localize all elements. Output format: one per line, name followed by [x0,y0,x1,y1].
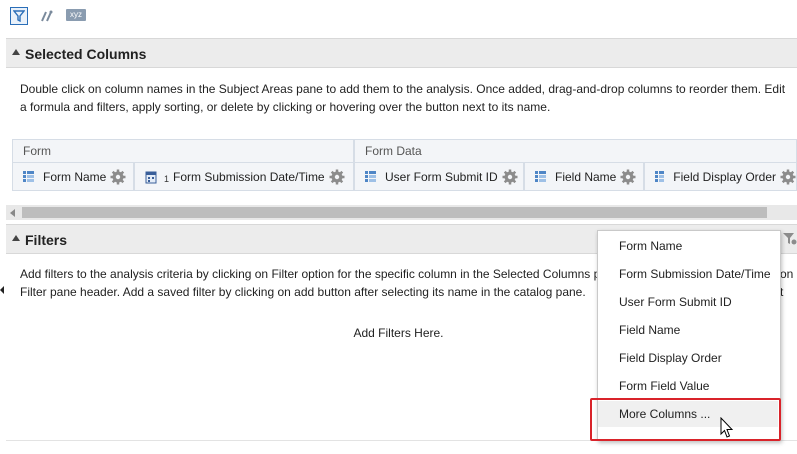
gear-icon[interactable] [329,169,345,185]
menu-item-field-name[interactable]: Field Name [598,316,780,344]
gear-icon[interactable] [620,169,636,185]
filter-icon[interactable] [10,7,28,25]
menu-item-user-form-submit-id[interactable]: User Form Submit ID [598,288,780,316]
selected-columns-description: Double click on column names in the Subj… [20,82,786,114]
column-field-name[interactable]: Field Name [524,162,644,191]
column-icon [535,171,546,182]
group-header-form: Form [12,139,354,163]
column-icon [365,171,376,182]
selected-columns-title: Selected Columns [25,46,147,62]
column-label: User Form Submit ID [385,169,498,184]
menu-item-form-field-value[interactable]: Form Field Value [598,372,780,400]
selected-columns-header[interactable]: Selected Columns [6,38,797,68]
filters-title: Filters [25,232,68,248]
date-column-icon [145,170,158,184]
sort-order-number: 1 [164,174,170,184]
xyz-button[interactable]: xyz [66,9,86,21]
column-field-display-order[interactable]: Field Display Order [644,162,797,191]
sort-icon[interactable] [38,7,56,25]
group-header-form-data: Form Data [354,139,797,163]
selected-columns-grid: Form Form Data Form Name 1 Form Submissi… [12,139,797,192]
column-form-name[interactable]: Form Name [12,162,134,191]
gear-icon[interactable] [110,169,126,185]
column-user-form-submit-id[interactable]: User Form Submit ID [354,162,524,191]
column-label: Field Name [555,169,617,184]
toolbar: xyz [0,0,797,32]
scrollbar-thumb[interactable] [22,207,767,218]
menu-item-form-name[interactable]: Form Name [598,232,780,260]
filters-description-line1: Add filters to the analysis criteria by … [20,267,601,281]
mouse-pointer-icon [720,416,734,439]
column-label: Form Name [43,169,107,184]
filter-options-icon[interactable] [782,231,797,246]
menu-item-field-display-order[interactable]: Field Display Order [598,344,780,372]
column-icon [23,171,34,182]
column-form-submission-date-time[interactable]: 1 Form Submission Date/Time [134,162,354,191]
horizontal-scrollbar[interactable] [6,205,797,220]
column-label: Form Submission Date/Time [173,169,325,184]
gear-icon[interactable] [780,169,796,185]
collapse-triangle-icon[interactable] [12,49,20,55]
collapse-triangle-icon[interactable] [12,235,20,241]
filters-description-line1-tail: on t [780,267,794,299]
menu-item-form-submission-date-time[interactable]: Form Submission Date/Time [598,260,780,288]
collapse-pane-arrow-icon[interactable] [0,286,4,294]
scroll-left-arrow-icon[interactable] [10,209,15,217]
gear-icon[interactable] [502,169,518,185]
column-icon [655,171,665,182]
highlight-box [590,398,781,441]
column-label: Field Display Order [673,169,776,184]
